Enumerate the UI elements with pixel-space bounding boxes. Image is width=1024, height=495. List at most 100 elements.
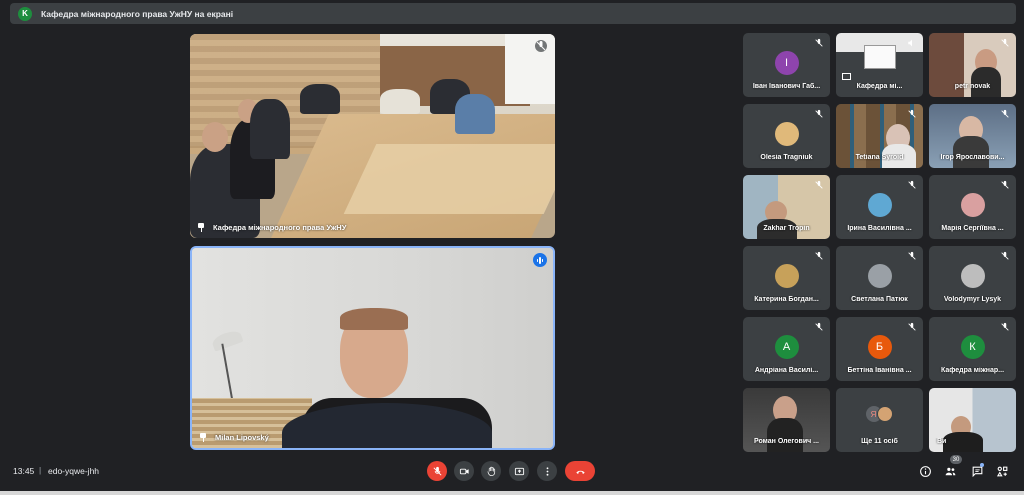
more-participants-tile[interactable]: Я Ще 11 осіб: [836, 388, 923, 452]
activities-button[interactable]: [994, 463, 1010, 479]
participant-tile[interactable]: К Кафедра міжнар...: [929, 317, 1016, 381]
participant-name: Zakhar Tropin: [763, 225, 810, 232]
meeting-code: edo-yqwe-jhh: [48, 466, 100, 476]
participant-name: Tetiana Syroid: [855, 154, 904, 161]
pin-icon[interactable]: [200, 433, 206, 442]
participant-name: Ірина Василівна ...: [847, 225, 912, 232]
meeting-info-button[interactable]: [917, 463, 933, 479]
participant-name: Роман Олегович ...: [754, 438, 819, 445]
mic-off-icon: [908, 109, 916, 118]
participant-avatar: [774, 122, 799, 146]
mic-off-icon: [908, 180, 916, 189]
pin-icon[interactable]: [198, 223, 204, 232]
participant-name: Катерина Богдан...: [754, 296, 819, 303]
participant-tile[interactable]: petr novak: [929, 33, 1016, 97]
participant-tile[interactable]: Катерина Богдан...: [743, 246, 830, 310]
participant-name: Ігор Ярославови...: [940, 154, 1005, 161]
room-name-label: Кафедра міжнародного права УжНУ: [198, 223, 346, 232]
participant-name: petr novak: [954, 83, 991, 90]
mic-toggle-button[interactable]: [427, 461, 447, 481]
more-participants-label: Ще 11 осіб: [861, 438, 898, 445]
info-icon: [919, 465, 931, 477]
participant-name: Кафедра міжнар...: [940, 367, 1005, 374]
participant-name: Светлана Патюк: [851, 296, 908, 303]
participant-avatar: К: [960, 335, 985, 359]
participant-avatar: [867, 264, 892, 288]
camera-toggle-button[interactable]: [454, 461, 474, 481]
body: [767, 418, 803, 452]
participant-avatar: [960, 264, 985, 288]
mic-off-icon: [815, 180, 823, 189]
participant-name: Кафедра мі...: [856, 83, 903, 90]
mic-off-icon: [908, 322, 916, 331]
more-options-button[interactable]: [537, 461, 557, 481]
mic-off-icon: [815, 109, 823, 118]
presenting-banner: K Кафедра міжнародного права УжНУ на екр…: [10, 3, 1016, 24]
mic-off-icon: [1001, 38, 1009, 47]
participant-tile[interactable]: І Іван Іванович Габ...: [743, 33, 830, 97]
clock: 13:45: [13, 466, 35, 476]
participant-name: Беттіна Іванівна ...: [847, 367, 912, 374]
speaker-name: Milan Lipovský: [215, 433, 269, 442]
body: [971, 67, 1001, 97]
self-name: Ви: [937, 438, 947, 445]
speaker-hair: [340, 308, 408, 330]
people-button[interactable]: [942, 463, 958, 479]
mic-off-icon: [1001, 322, 1009, 331]
mic-off-icon: [815, 251, 823, 260]
participant-tile[interactable]: Olesia Tragniuk: [743, 104, 830, 168]
participant-avatar: [774, 264, 799, 288]
present-icon: [514, 467, 524, 475]
more-avatars: Я: [865, 404, 894, 424]
presenting-title: Кафедра міжнародного права УжНУ на екран…: [41, 8, 234, 19]
raise-hand-button[interactable]: [481, 461, 501, 481]
participant-tile[interactable]: Zakhar Tropin: [743, 175, 830, 239]
volume-icon: [908, 39, 912, 47]
participant-tile[interactable]: Светлана Патюк: [836, 246, 923, 310]
present-icon: [842, 73, 851, 80]
participant-tile[interactable]: А Андріана Василі...: [743, 317, 830, 381]
room-name: Кафедра міжнародного права УжНУ: [213, 223, 347, 232]
participant-tile[interactable]: Ігор Ярославови...: [929, 104, 1016, 168]
mic-off-icon: [1001, 180, 1009, 189]
person: [250, 99, 290, 159]
participant-avatar: Б: [867, 335, 892, 359]
self-tile[interactable]: Ви: [929, 388, 1016, 452]
speaking-indicator-icon: [533, 253, 547, 267]
participant-avatar: А: [774, 335, 799, 359]
participant-tile[interactable]: Ірина Василівна ...: [836, 175, 923, 239]
end-call-button[interactable]: [565, 461, 595, 481]
present-button[interactable]: [509, 461, 529, 481]
participant-name: Olesia Tragniuk: [760, 154, 813, 161]
participant-name: Андріана Василі...: [754, 367, 819, 374]
people-icon: [945, 467, 955, 475]
participant-tile[interactable]: Роман Олегович ...: [743, 388, 830, 452]
separator: |: [39, 465, 42, 475]
mic-off-icon: [433, 466, 441, 475]
participant-name: Іван Іванович Габ...: [752, 83, 821, 90]
participant-name: Марія Сергіївна ...: [941, 225, 1004, 232]
participant-name: Volodymyr Lysyk: [943, 296, 1002, 303]
participant-tile[interactable]: Б Беттіна Іванівна ...: [836, 317, 923, 381]
participant-tile[interactable]: Volodymyr Lysyk: [929, 246, 1016, 310]
mic-off-icon: [908, 251, 916, 260]
speaker-video-tile[interactable]: Milan Lipovský: [190, 246, 555, 450]
presenter-avatar: K: [18, 6, 32, 21]
person-head: [202, 122, 228, 152]
room-video-tile[interactable]: Кафедра міжнародного права УжНУ: [190, 34, 555, 238]
person: [455, 94, 495, 134]
mic-off-icon: [1001, 251, 1009, 260]
participant-tile[interactable]: Кафедра мі...: [836, 33, 923, 97]
participant-grid: І Іван Іванович Габ... Кафедра мі... pet…: [743, 33, 1017, 452]
participant-avatar: [960, 193, 985, 217]
screen-thumbnail: [864, 45, 896, 69]
participant-tile[interactable]: Tetiana Syroid: [836, 104, 923, 168]
room-window: [505, 34, 555, 104]
body: [953, 136, 989, 168]
participant-avatar: [867, 193, 892, 217]
more-vert-icon: [546, 466, 548, 476]
screen-bottom-edge: [0, 491, 1024, 495]
person: [300, 84, 340, 114]
participant-tile[interactable]: Марія Сергіївна ...: [929, 175, 1016, 239]
camera-icon: [459, 468, 469, 474]
